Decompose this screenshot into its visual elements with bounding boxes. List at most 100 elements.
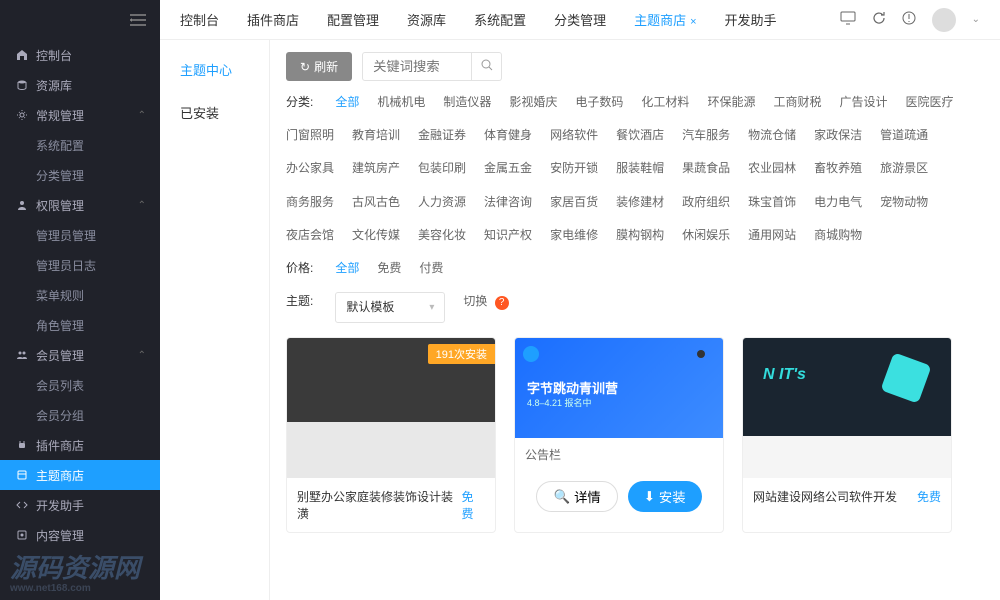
category-tag[interactable]: 电子数码 — [575, 93, 623, 112]
category-tag[interactable]: 果蔬食品 — [682, 159, 730, 178]
category-tag[interactable]: 珠宝首饰 — [748, 193, 796, 212]
category-tag[interactable]: 安防开锁 — [550, 159, 598, 178]
category-tag[interactable]: 装修建材 — [616, 193, 664, 212]
card-thumbnail: 字节跳动青训营 4.8–4.21 报名中 — [515, 338, 723, 438]
category-tag[interactable]: 政府组织 — [682, 193, 730, 212]
help-icon[interactable]: ? — [495, 296, 509, 310]
category-tag[interactable]: 建筑房产 — [352, 159, 400, 178]
category-tag[interactable]: 工商财税 — [773, 93, 821, 112]
sidebar-item[interactable]: 分类管理 — [0, 160, 160, 190]
sidebar-item[interactable]: 角色管理 — [0, 310, 160, 340]
category-tag[interactable]: 家居百货 — [550, 193, 598, 212]
search-input[interactable] — [362, 52, 472, 81]
category-tag[interactable]: 畜牧养殖 — [814, 159, 862, 178]
category-tag[interactable]: 休闲娱乐 — [682, 226, 730, 245]
category-tag[interactable]: 商务服务 — [286, 193, 334, 212]
category-tag[interactable]: 影视婚庆 — [509, 93, 557, 112]
monitor-icon[interactable] — [840, 11, 856, 28]
sidebar-item[interactable]: 插件商店 — [0, 430, 160, 460]
sidebar-item[interactable]: 管理员管理 — [0, 220, 160, 250]
nav-tab[interactable]: 配置管理 — [327, 10, 379, 29]
category-tag[interactable]: 人力资源 — [418, 193, 466, 212]
category-tag[interactable]: 宠物动物 — [880, 193, 928, 212]
sidebar-item[interactable]: 菜单规则 — [0, 280, 160, 310]
avatar[interactable] — [932, 8, 956, 32]
category-tag[interactable]: 制造仪器 — [443, 93, 491, 112]
sidebar-item[interactable]: 资源库 — [0, 70, 160, 100]
category-tag[interactable]: 文化传媒 — [352, 226, 400, 245]
sidebar-item[interactable]: 系统配置 — [0, 130, 160, 160]
subnav-item[interactable]: 已安装 — [160, 91, 269, 134]
price-tag[interactable]: 付费 — [419, 259, 443, 278]
category-tag[interactable]: 餐饮酒店 — [616, 126, 664, 145]
category-tag[interactable]: 医院医疗 — [905, 93, 953, 112]
nav-tab[interactable]: 开发助手 — [725, 10, 777, 29]
alert-icon[interactable] — [902, 11, 916, 28]
category-tag[interactable]: 古风古色 — [352, 193, 400, 212]
install-button[interactable]: ⬇ 安装 — [628, 481, 702, 512]
category-tag[interactable]: 体育健身 — [484, 126, 532, 145]
category-tag[interactable]: 旅游景区 — [880, 159, 928, 178]
search-button[interactable] — [472, 52, 502, 81]
category-tag[interactable]: 门窗照明 — [286, 126, 334, 145]
theme-select[interactable]: 默认模板 ▾ — [335, 292, 445, 323]
sidebar-collapse[interactable] — [0, 0, 160, 40]
detail-button[interactable]: 🔍 详情 — [536, 481, 617, 512]
category-tag[interactable]: 全部 — [335, 93, 359, 112]
sidebar-item[interactable]: 内容管理 — [0, 520, 160, 550]
nav-tab[interactable]: 控制台 — [180, 10, 219, 29]
subnav-item[interactable]: 主题中心 — [160, 48, 269, 91]
sidebar-item[interactable]: 会员列表 — [0, 370, 160, 400]
price-tag[interactable]: 免费 — [377, 259, 401, 278]
nav-tab[interactable]: 分类管理 — [554, 10, 606, 29]
refresh-icon[interactable] — [872, 11, 886, 28]
sidebar-item[interactable]: 控制台 — [0, 40, 160, 70]
category-tag[interactable]: 通用网站 — [748, 226, 796, 245]
category-tag[interactable]: 法律咨询 — [484, 193, 532, 212]
switch-link[interactable]: 切换 ? — [463, 292, 508, 323]
category-tag[interactable]: 家政保洁 — [814, 126, 862, 145]
category-tag[interactable]: 商城购物 — [814, 226, 862, 245]
sidebar-item-label: 内容管理 — [36, 527, 84, 544]
category-tag[interactable]: 服装鞋帽 — [616, 159, 664, 178]
sidebar-item[interactable]: 会员分组 — [0, 400, 160, 430]
category-tag[interactable]: 金融证券 — [418, 126, 466, 145]
chevron-down-icon[interactable]: ⌄ — [972, 14, 980, 25]
sidebar-item[interactable]: 管理员日志 — [0, 250, 160, 280]
category-tag[interactable]: 知识产权 — [484, 226, 532, 245]
category-tag[interactable]: 金属五金 — [484, 159, 532, 178]
theme-card[interactable]: 130次安装 字节跳动青训营 4.8–4.21 报名中 公告栏 🔍 详情 ⬇ — [514, 337, 724, 533]
close-icon[interactable]: × — [690, 16, 696, 28]
category-tag[interactable]: 管道疏通 — [880, 126, 928, 145]
category-tag[interactable]: 化工材料 — [641, 93, 689, 112]
sidebar-item[interactable]: 会员管理⌃ — [0, 340, 160, 370]
sidebar-item[interactable]: 开发助手 — [0, 490, 160, 520]
category-tag[interactable]: 教育培训 — [352, 126, 400, 145]
nav-tab[interactable]: 插件商店 — [247, 10, 299, 29]
sidebar-item-label: 主题商店 — [36, 467, 84, 484]
category-tag[interactable]: 汽车服务 — [682, 126, 730, 145]
category-tag[interactable]: 机械机电 — [377, 93, 425, 112]
price-tag[interactable]: 全部 — [335, 259, 359, 278]
category-tag[interactable]: 网络软件 — [550, 126, 598, 145]
category-tag[interactable]: 美容化妆 — [418, 226, 466, 245]
nav-tab[interactable]: 主题商店× — [634, 10, 696, 29]
category-tag[interactable]: 物流仓储 — [748, 126, 796, 145]
category-tag[interactable]: 办公家具 — [286, 159, 334, 178]
theme-card[interactable]: 191次安装 别墅办公家庭装修装饰设计装潢 免费 — [286, 337, 496, 533]
theme-card[interactable]: 272次安装 N IT's 网站建设网络公司软件开发 免费 — [742, 337, 952, 533]
refresh-button[interactable]: ↻ 刷新 — [286, 52, 352, 81]
sidebar-item[interactable]: 权限管理⌃ — [0, 190, 160, 220]
category-tag[interactable]: 农业园林 — [748, 159, 796, 178]
category-tag[interactable]: 夜店会馆 — [286, 226, 334, 245]
category-tag[interactable]: 环保能源 — [707, 93, 755, 112]
category-tag[interactable]: 包装印刷 — [418, 159, 466, 178]
sidebar-item[interactable]: 常规管理⌃ — [0, 100, 160, 130]
sidebar-item[interactable]: 主题商店 — [0, 460, 160, 490]
nav-tab[interactable]: 资源库 — [407, 10, 446, 29]
category-tag[interactable]: 膜构钢构 — [616, 226, 664, 245]
category-tag[interactable]: 电力电气 — [814, 193, 862, 212]
category-tag[interactable]: 广告设计 — [839, 93, 887, 112]
nav-tab[interactable]: 系统配置 — [474, 10, 526, 29]
category-tag[interactable]: 家电维修 — [550, 226, 598, 245]
